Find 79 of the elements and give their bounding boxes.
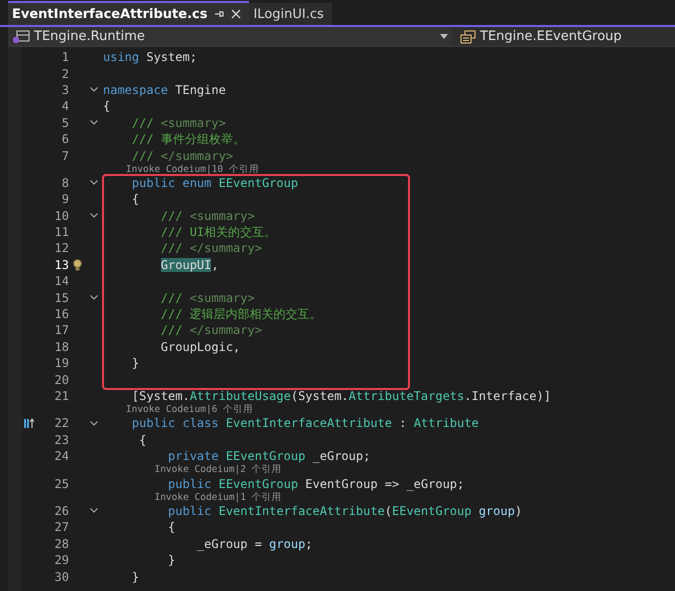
codelens-hint[interactable]: Invoke Codeium|1 个引用 [103, 490, 282, 504]
code-line: public EventInterfaceAttribute(EEventGroup group) [167, 504, 522, 518]
line-number: 16 [54, 307, 69, 322]
code-line: } [130, 356, 140, 370]
code-line: } [130, 570, 140, 584]
code-line: /// <summary> [130, 116, 226, 130]
member-dropdown[interactable]: TEngine.EEventGroup [456, 27, 626, 46]
code-line: } [167, 553, 176, 568]
line-number: 1 [60, 50, 69, 64]
implementation-icon[interactable] [24, 418, 34, 429]
fold-chevron-icon[interactable] [90, 87, 98, 92]
fold-chevron-icon[interactable] [90, 180, 98, 186]
fold-chevron-icon[interactable] [90, 420, 98, 426]
line-number: 14 [54, 274, 69, 288]
line-number: 6 [60, 132, 69, 146]
line-number: 19 [54, 356, 69, 370]
line-number: 5 [60, 116, 69, 130]
code-line: /// 事件分组枚举。 [130, 130, 245, 148]
code-line: /// </summary> [160, 323, 262, 338]
line-number: 7 [60, 148, 69, 163]
pin-icon[interactable] [214, 9, 224, 19]
line-number: 23 [54, 432, 69, 447]
line-number: 22 [54, 416, 69, 430]
dropdown-caret-icon[interactable] [440, 34, 448, 39]
line-number: 9 [60, 192, 69, 206]
file-tab[interactable]: ILoginUI.cs [249, 3, 332, 25]
code-line: /// <summary> [160, 208, 255, 223]
code-line: private EEventGroup _eGroup; [167, 449, 370, 464]
code-line: GroupUI, [160, 258, 219, 272]
code-line: /// UI相关的交互。 [160, 224, 276, 241]
line-number: 30 [54, 570, 69, 584]
code-line: { [130, 192, 140, 206]
code-line: public EEventGroup EventGroup => _eGroup; [167, 476, 464, 491]
code-line: public enum EEventGroup [130, 176, 298, 190]
code-line: using System; [103, 50, 197, 64]
fold-chevron-icon[interactable] [90, 120, 98, 126]
line-number: 28 [54, 536, 69, 551]
enum-icon [460, 30, 476, 44]
project-icon [12, 30, 30, 44]
line-number: 11 [54, 225, 69, 240]
lightbulb-icon[interactable] [73, 258, 82, 271]
line-number: 20 [54, 372, 69, 387]
line-number: 2 [60, 66, 69, 81]
code-line: _eGroup = group; [196, 536, 313, 551]
line-number: 4 [60, 99, 69, 114]
line-number: 18 [54, 340, 69, 354]
code-line: /// <summary> [160, 290, 255, 305]
code-line: /// 逻辑层内部相关的交互。 [160, 306, 322, 323]
project-dropdown[interactable]: TEngine.Runtime [8, 27, 452, 46]
line-number: 10 [54, 208, 69, 223]
line-number: 12 [54, 241, 69, 256]
line-number: 24 [54, 449, 69, 464]
file-tab[interactable]: EventInterfaceAttribute.cs [8, 1, 250, 25]
line-number: 17 [54, 323, 69, 338]
code-line: { [167, 520, 176, 534]
line-number: 13 [54, 258, 69, 272]
codelens-hint[interactable]: Invoke Codeium|2 个引用 [103, 463, 282, 476]
line-number: 26 [54, 504, 69, 518]
fold-chevron-icon[interactable] [90, 295, 98, 300]
code-line: /// </summary> [160, 241, 262, 256]
code-line: public class EventInterfaceAttribute : Attribute [130, 416, 479, 430]
line-number: 27 [54, 520, 69, 534]
close-icon[interactable] [231, 9, 242, 19]
code-line: { [138, 432, 146, 447]
fold-chevron-icon[interactable] [90, 213, 98, 218]
line-number: 15 [54, 290, 69, 305]
code-line: namespace TEngine [103, 82, 226, 97]
line-number: 29 [54, 553, 69, 568]
code-line: /// </summary> [130, 148, 234, 163]
code-line: [System.AttributeUsage(System.AttributeTargets.Interface)] [130, 389, 551, 403]
codelens-hint[interactable]: Invoke Codeium|10 个引用 [103, 162, 259, 176]
code-line: { [103, 99, 110, 114]
line-number: 21 [54, 389, 69, 403]
fold-chevron-icon[interactable] [90, 508, 98, 514]
line-number: 8 [60, 176, 69, 190]
line-number: 3 [60, 82, 69, 97]
line-number: 25 [54, 476, 69, 491]
code-line: GroupLogic, [160, 340, 240, 354]
codelens-hint[interactable]: Invoke Codeium|6 个引用 [103, 403, 254, 416]
